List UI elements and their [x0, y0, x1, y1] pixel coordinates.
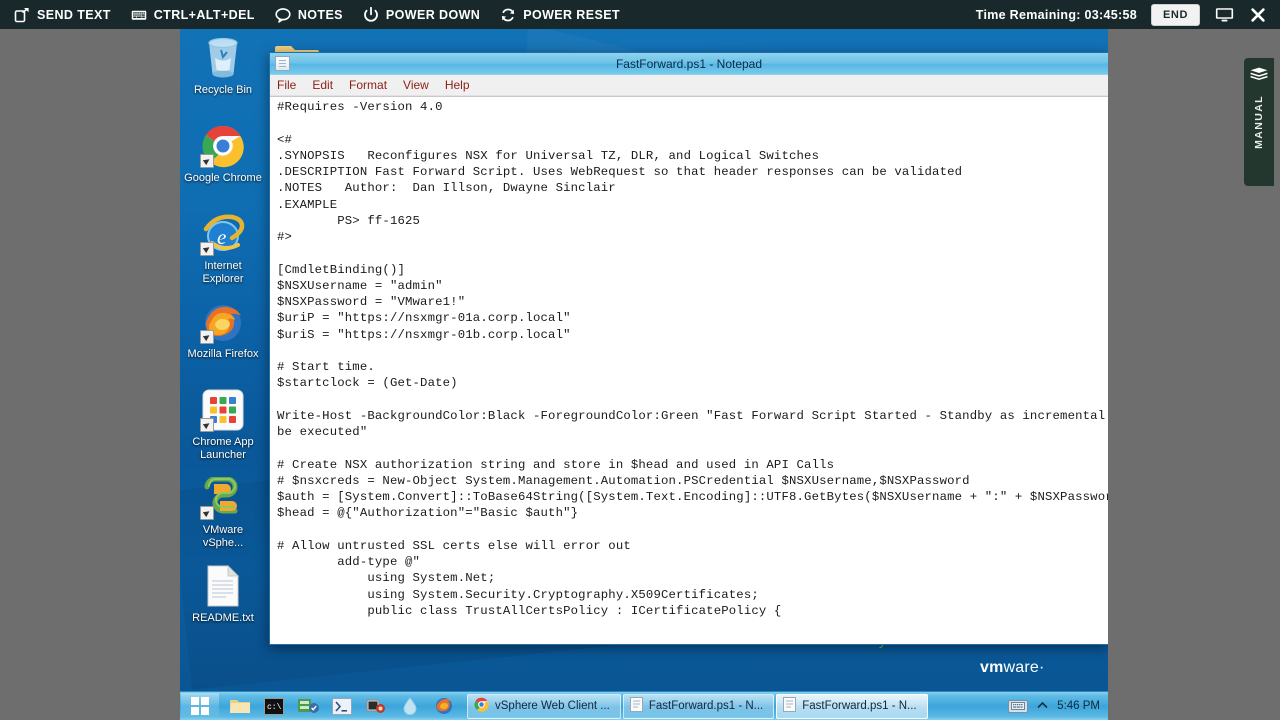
refresh-icon — [500, 7, 516, 23]
toolbar-status: Time Remaining: 03:45:58 END — [975, 3, 1280, 26]
vmware-vsphere-icon — [200, 475, 246, 521]
vm-outer-frame: MANUAL NS — [0, 29, 1280, 720]
notepad-menu-bar: File Edit Format View Help — [270, 75, 1108, 96]
send-text-label: SEND TEXT — [37, 7, 111, 22]
taskbar-clock[interactable]: 5:46 PM — [1057, 700, 1100, 712]
shortcut-overlay-icon — [200, 242, 214, 256]
shortcut-overlay-icon — [200, 418, 214, 432]
water-drop-icon[interactable] — [399, 695, 421, 717]
speech-bubble-icon — [275, 7, 291, 23]
desktop-icon-google-chrome[interactable]: Google Chrome — [184, 123, 262, 201]
taskbar-task-vsphere-web-client[interactable]: vSphere Web Client ... — [467, 693, 621, 719]
ctrl-alt-del-label: CTRL+ALT+DEL — [153, 7, 255, 22]
desktop-icon-label: Internet Explorer — [202, 260, 244, 285]
desktop-icon-internet-explorer[interactable]: e Internet Explorer — [184, 211, 262, 289]
vm-screen[interactable]: NS Fas — [180, 29, 1108, 720]
power-down-label: POWER DOWN — [385, 7, 481, 22]
taskbar-task-buttons: vSphere Web Client ... FastForward.ps1 -… — [467, 693, 928, 719]
power-icon — [363, 6, 379, 23]
windows-start-icon[interactable] — [181, 692, 219, 720]
taskbar-task-fastforward-1[interactable]: FastForward.ps1 - N... — [622, 693, 775, 719]
powershell-ise-icon[interactable] — [331, 695, 353, 717]
desktop-icon-label: Mozilla Firefox — [187, 348, 259, 360]
ctrl-alt-del-button[interactable]: CTRL+ALT+DEL — [131, 7, 255, 23]
desktop-icon-label: Google Chrome — [184, 172, 262, 184]
keyboard-tray-icon[interactable] — [1008, 699, 1029, 713]
putty-icon[interactable] — [365, 695, 387, 717]
quick-launch-area: c:\ — [229, 695, 455, 717]
command-prompt-icon[interactable]: c:\ — [263, 695, 285, 717]
power-reset-label: POWER RESET — [523, 7, 620, 22]
menu-item-format[interactable]: Format — [349, 78, 387, 92]
send-text-button[interactable]: SEND TEXT — [14, 7, 111, 23]
taskbar-task-label: FastForward.ps1 - N... — [802, 700, 917, 712]
notes-button[interactable]: NOTES — [275, 7, 343, 23]
vmware-logo: vmware· — [980, 657, 1045, 678]
internet-explorer-icon: e — [200, 211, 246, 257]
chrome-icon — [200, 123, 246, 169]
monitor-icon[interactable] — [1214, 5, 1234, 25]
chrome-app-launcher-icon — [200, 387, 246, 433]
desktop-icon-label: README.txt — [192, 612, 254, 624]
svg-text:e: e — [217, 225, 226, 249]
taskbar-task-label: vSphere Web Client ... — [495, 700, 610, 712]
text-file-icon — [200, 563, 246, 609]
shortcut-overlay-icon — [200, 506, 214, 520]
vmware-logo-light: ware· — [1003, 659, 1045, 676]
svg-text:c:\: c:\ — [267, 703, 282, 712]
desktop-icon-vmware-vsphere[interactable]: VMware vSphe... — [184, 475, 262, 553]
menu-item-view[interactable]: View — [403, 78, 429, 92]
screen-root: SEND TEXT CTRL+ALT+DEL NOTES POWER DOWN — [0, 0, 1280, 720]
windows-taskbar: c:\ vSphere Web Client ... FastForward.p… — [180, 691, 1108, 720]
notepad-icon — [629, 697, 643, 715]
desktop-icon-readme[interactable]: README.txt — [184, 563, 262, 641]
notepad-title-bar[interactable]: FastForward.ps1 - Notepad — [270, 53, 1108, 75]
file-explorer-icon[interactable] — [229, 695, 251, 717]
desktop-icon-label: Recycle Bin — [193, 84, 253, 96]
power-down-button[interactable]: POWER DOWN — [363, 6, 481, 23]
power-reset-button[interactable]: POWER RESET — [500, 7, 620, 23]
firefox-icon — [200, 299, 246, 345]
notepad-window[interactable]: FastForward.ps1 - Notepad File Edit Form… — [269, 52, 1108, 645]
firefox-icon[interactable] — [433, 695, 455, 717]
notepad-text-area[interactable]: #Requires -Version 4.0 <# .SYNOPSIS Reco… — [270, 96, 1108, 644]
manual-tab-label: MANUAL — [1253, 95, 1265, 149]
notepad-title-text: FastForward.ps1 - Notepad — [615, 56, 763, 71]
desktop-icon-chrome-app-launcher[interactable]: Chrome App Launcher — [184, 387, 262, 465]
recycle-bin-icon — [200, 35, 246, 81]
menu-item-help[interactable]: Help — [445, 78, 470, 92]
end-session-button[interactable]: END — [1150, 3, 1200, 26]
desktop-icon-recycle-bin[interactable]: Recycle Bin — [184, 35, 262, 113]
manual-tab[interactable]: MANUAL — [1244, 58, 1274, 186]
vmware-logo-bold: vm — [980, 659, 1004, 676]
chevron-up-icon[interactable] — [1037, 701, 1048, 711]
keyboard-icon — [131, 7, 147, 23]
server-manager-icon[interactable] — [297, 695, 319, 717]
notepad-script-content: #Requires -Version 4.0 <# .SYNOPSIS Reco… — [277, 100, 1108, 618]
system-tray: 5:46 PM — [1008, 699, 1108, 713]
desktop-icon-mozilla-firefox[interactable]: Mozilla Firefox — [184, 299, 262, 377]
taskbar-task-label: FastForward.ps1 - N... — [648, 700, 764, 712]
chrome-icon — [474, 697, 489, 715]
vm-control-toolbar: SEND TEXT CTRL+ALT+DEL NOTES POWER DOWN — [0, 0, 1280, 29]
shortcut-overlay-icon — [200, 330, 214, 344]
toolbar-actions: SEND TEXT CTRL+ALT+DEL NOTES POWER DOWN — [0, 6, 620, 23]
menu-item-edit[interactable]: Edit — [312, 78, 333, 92]
notepad-icon — [783, 697, 797, 715]
windows-logo — [191, 697, 209, 715]
close-icon[interactable] — [1248, 5, 1268, 25]
menu-item-file[interactable]: File — [277, 78, 296, 92]
shortcut-overlay-icon — [200, 154, 214, 168]
taskbar-task-fastforward-2[interactable]: FastForward.ps1 - N... — [776, 693, 928, 719]
desktop-icon-column-1: Recycle Bin Google Chrome e Internet Exp… — [184, 35, 262, 651]
time-remaining-label: Time Remaining: 03:45:58 — [975, 7, 1137, 22]
desktop-icon-label: VMware vSphe... — [202, 524, 244, 549]
manual-book-icon — [1249, 66, 1269, 88]
send-text-icon — [14, 7, 30, 23]
notes-label: NOTES — [297, 7, 343, 22]
desktop-icon-label: Chrome App Launcher — [192, 436, 254, 461]
